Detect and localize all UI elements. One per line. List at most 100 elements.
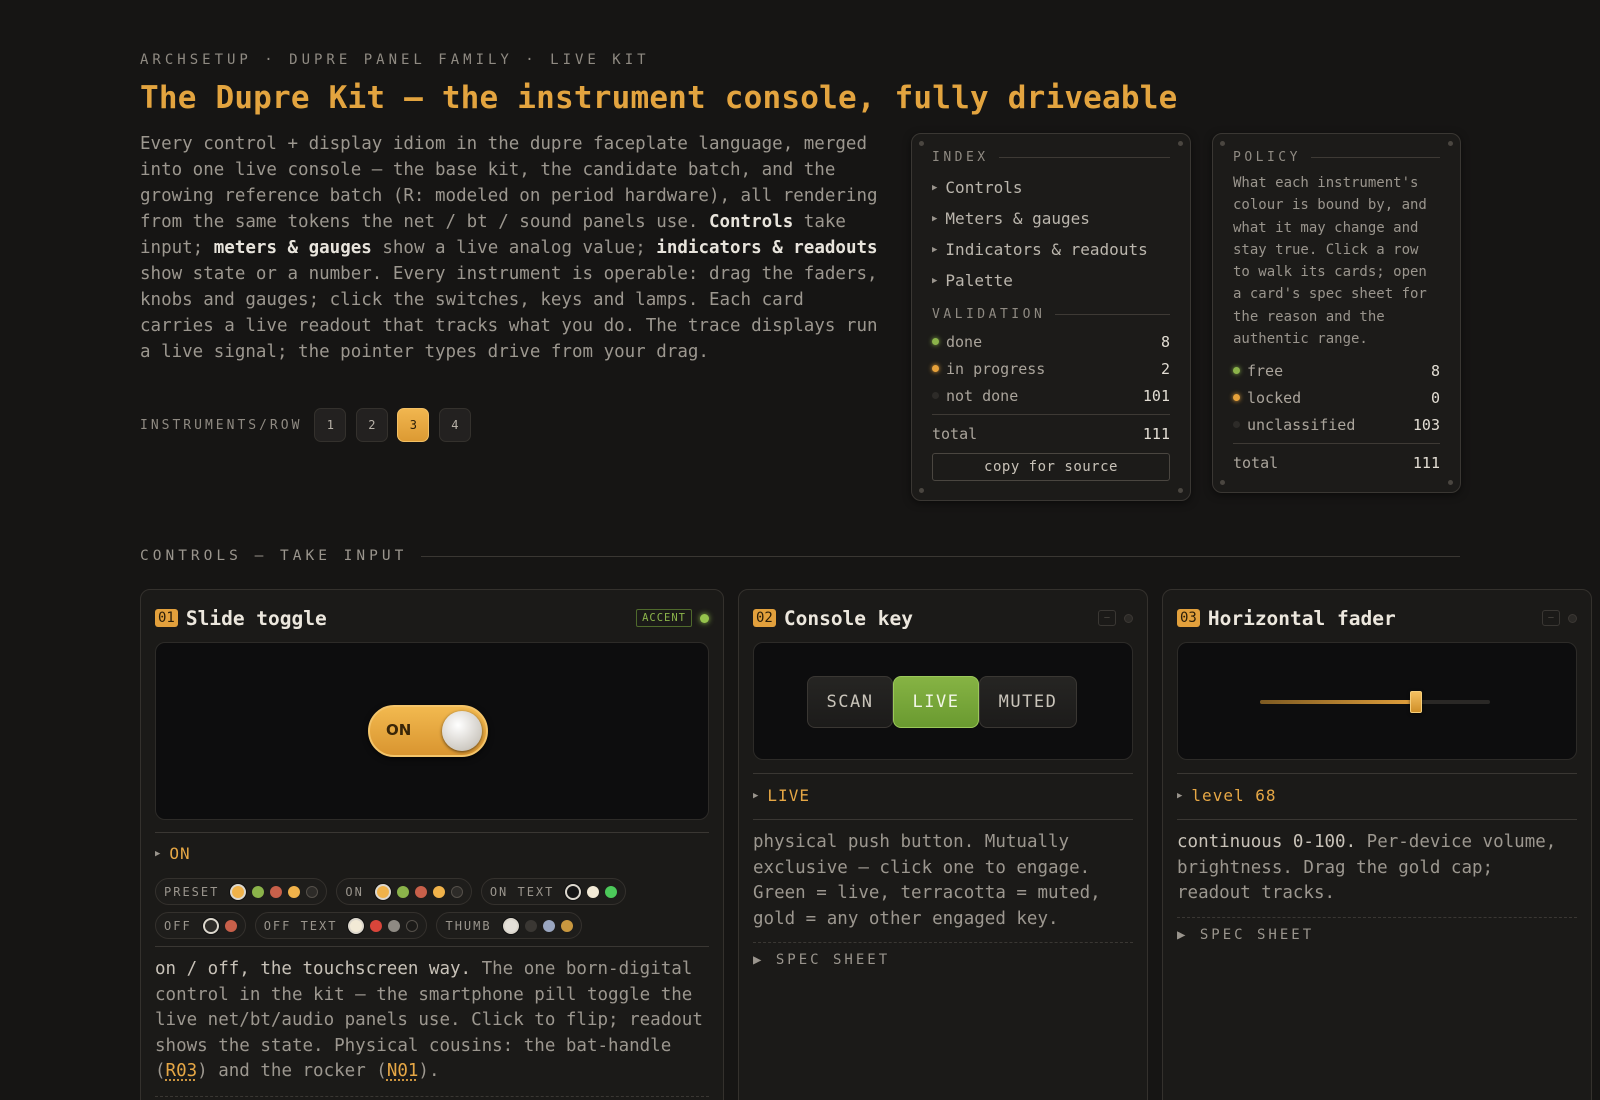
card-title: Horizontal fader	[1207, 606, 1396, 630]
validation-row-label: in progress	[946, 359, 1046, 378]
card-number: 01	[155, 609, 178, 627]
console-key-scan[interactable]: SCAN	[807, 676, 893, 728]
disclosure-triangle-icon: ▶	[932, 275, 938, 286]
policy-row-count: 0	[1430, 388, 1440, 407]
card-title: Slide toggle	[185, 606, 327, 630]
color-swatch[interactable]	[524, 919, 537, 932]
disclosure-triangle-icon: ▶	[932, 213, 938, 224]
index-item[interactable]: ▶ Indicators & readouts	[932, 234, 1170, 265]
color-swatch[interactable]	[502, 917, 519, 934]
fader-cap[interactable]	[1410, 691, 1423, 713]
per-row-button-2[interactable]: 2	[355, 408, 388, 442]
validation-row[interactable]: done 8	[932, 328, 1170, 355]
toggle-screen: ON	[155, 642, 709, 820]
disclosure-triangle-icon: ▶	[932, 244, 938, 255]
per-row-button-4[interactable]: 4	[438, 408, 471, 442]
intro-text: show a live analog value;	[371, 238, 657, 258]
color-swatch[interactable]	[414, 885, 427, 898]
ref-link-n01[interactable]: N01	[387, 1061, 419, 1081]
color-swatch[interactable]	[605, 885, 618, 898]
color-swatch[interactable]	[202, 917, 219, 934]
chip-label: OFF	[164, 918, 192, 933]
console-key-muted[interactable]: MUTED	[979, 676, 1077, 728]
color-chip-on: ON	[336, 878, 472, 905]
spec-sheet-toggle[interactable]: ▶ SPEC SHEET	[753, 942, 1133, 968]
policy-heading: POLICY	[1233, 150, 1440, 165]
index-item[interactable]: ▶ Meters & gauges	[932, 203, 1170, 234]
spec-sheet-toggle[interactable]: ▶ SPEC SHEET	[1177, 917, 1577, 943]
color-swatch[interactable]	[230, 883, 247, 900]
fader-readout: ▶ level 68	[1177, 773, 1577, 817]
per-row-button-1[interactable]: 1	[314, 408, 347, 442]
copy-for-source-button[interactable]: copy for source	[932, 453, 1170, 481]
validation-row[interactable]: in progress 2	[932, 355, 1170, 382]
toggle-thumb[interactable]	[442, 711, 482, 751]
color-swatch[interactable]	[587, 885, 600, 898]
color-swatch[interactable]	[374, 883, 391, 900]
color-swatch[interactable]	[388, 919, 401, 932]
intro-emphasis: meters & gauges	[213, 238, 372, 258]
policy-row[interactable]: free 8	[1233, 357, 1440, 384]
status-lamp-icon	[700, 613, 709, 623]
color-swatch[interactable]	[432, 885, 445, 898]
color-swatch[interactable]	[542, 919, 555, 932]
chip-label: ON TEXT	[489, 884, 555, 899]
chip-label: THUMB	[445, 918, 492, 933]
status-dot-icon	[1233, 367, 1240, 375]
policy-row[interactable]: unclassified 103	[1233, 411, 1440, 438]
color-chip-thumb: THUMB	[436, 912, 582, 939]
fader-screen	[1177, 642, 1577, 760]
fader-track[interactable]	[1260, 700, 1490, 704]
per-row-button-3[interactable]: 3	[397, 408, 430, 442]
intro-text: show state or a number. Every instrument…	[140, 264, 878, 362]
accent-badge[interactable]: ACCENT	[636, 609, 692, 627]
color-swatch[interactable]	[306, 885, 319, 898]
disclosure-triangle-icon: ▶	[932, 182, 938, 193]
color-swatch[interactable]	[406, 919, 419, 932]
policy-row[interactable]: locked 0	[1233, 384, 1440, 411]
validation-row-count: 101	[1142, 386, 1170, 405]
collapse-icon[interactable]: —	[1542, 610, 1560, 626]
color-chip-on-text: ON TEXT	[480, 878, 627, 905]
card-description: physical push button. Mutually exclusive…	[753, 819, 1133, 932]
index-item[interactable]: ▶ Palette	[932, 265, 1170, 296]
index-item-label: Controls	[945, 178, 1023, 197]
color-swatch[interactable]	[450, 885, 463, 898]
ref-link-r03[interactable]: R03	[166, 1061, 198, 1081]
console-key-live[interactable]: LIVE	[893, 676, 979, 728]
color-swatch[interactable]	[560, 919, 573, 932]
validation-row-label: done	[946, 332, 983, 351]
color-chip-off: OFF	[155, 912, 246, 939]
card-console-key: 02 Console key — SCAN LIVE MUTED ▶ LIVE ph…	[738, 589, 1148, 1100]
color-swatch[interactable]	[224, 919, 237, 932]
index-item[interactable]: ▶ Controls	[932, 172, 1170, 203]
per-row-label: INSTRUMENTS/ROW	[140, 417, 303, 433]
status-dot-icon	[932, 338, 939, 345]
index-item-label: Meters & gauges	[945, 209, 1090, 228]
chip-label: OFF TEXT	[263, 918, 338, 933]
validation-total: total 111	[932, 424, 1170, 443]
status-lamp-icon	[1124, 613, 1133, 623]
color-swatch[interactable]	[252, 885, 265, 898]
color-swatch[interactable]	[348, 917, 365, 934]
color-swatch[interactable]	[270, 885, 283, 898]
color-swatch[interactable]	[565, 883, 582, 900]
intro-emphasis: Controls	[708, 212, 794, 232]
color-swatch[interactable]	[288, 885, 301, 898]
collapse-icon[interactable]: —	[1098, 610, 1116, 626]
validation-row-label: not done	[946, 386, 1019, 405]
color-chip-preset: PRESET	[155, 878, 328, 905]
slide-toggle[interactable]: ON	[368, 705, 488, 757]
color-swatch[interactable]	[396, 885, 409, 898]
card-number: 03	[1177, 609, 1200, 627]
intro-emphasis: indicators & readouts	[656, 238, 878, 258]
color-swatch[interactable]	[370, 919, 383, 932]
card-title: Console key	[783, 606, 913, 630]
validation-row[interactable]: not done 101	[932, 382, 1170, 409]
intro-paragraph: Every control + display idiom in the dup…	[140, 131, 880, 365]
disclosure-triangle-icon: ▶	[155, 848, 162, 859]
policy-text: What each instrument's colour is bound b…	[1233, 175, 1427, 348]
policy-row-label: unclassified	[1247, 415, 1356, 434]
fader-fill	[1260, 700, 1417, 704]
policy-row-count: 8	[1430, 361, 1440, 380]
